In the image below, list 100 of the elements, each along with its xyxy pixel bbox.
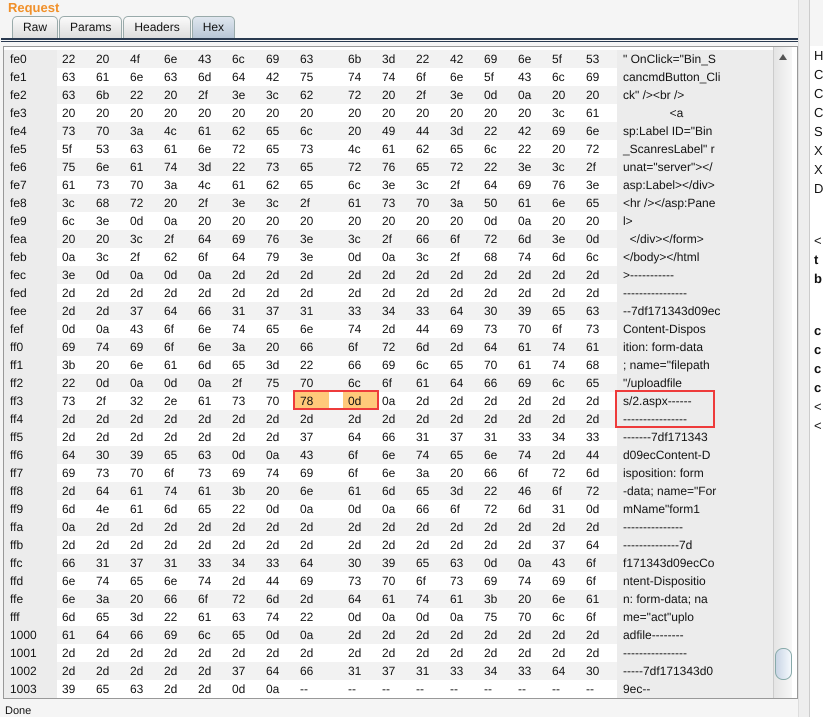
hex-cell[interactable]: 0d xyxy=(227,446,261,464)
hex-cell[interactable]: 61 xyxy=(581,104,615,122)
hex-cell[interactable]: 61 xyxy=(57,626,91,644)
hex-cell[interactable]: 2d xyxy=(227,266,261,284)
hex-cell[interactable]: 2d xyxy=(513,518,547,536)
hex-cell[interactable]: 61 xyxy=(125,482,159,500)
hex-cell[interactable]: 6f xyxy=(411,572,445,590)
hex-cell[interactable]: 30 xyxy=(581,662,615,680)
hex-cell[interactable]: 6c xyxy=(547,68,581,86)
hex-cell[interactable]: 2d xyxy=(377,410,411,428)
hex-cell[interactable]: 2d xyxy=(125,428,159,446)
hex-cell[interactable]: 22 xyxy=(125,86,159,104)
hex-cell[interactable]: 2d xyxy=(193,680,227,698)
hex-cell[interactable]: 33 xyxy=(445,662,479,680)
hex-cell[interactable]: 2d xyxy=(91,284,125,302)
hex-cell[interactable]: 69 xyxy=(479,572,513,590)
hex-cell[interactable]: 0a xyxy=(91,320,125,338)
hex-cell[interactable]: 64 xyxy=(57,446,91,464)
hex-cell[interactable]: 74 xyxy=(513,446,547,464)
hex-cell[interactable]: 61 xyxy=(193,608,227,626)
hex-cell[interactable]: 4c xyxy=(343,140,377,158)
hex-cell[interactable]: 34 xyxy=(547,428,581,446)
scroll-up-icon[interactable] xyxy=(778,53,788,61)
hex-cell[interactable]: 79 xyxy=(261,248,295,266)
hex-cell[interactable]: 3e xyxy=(295,230,329,248)
hex-cell[interactable]: 2d xyxy=(343,626,377,644)
hex-cell[interactable]: 76 xyxy=(261,230,295,248)
hex-cell[interactable]: 63 xyxy=(193,446,227,464)
hex-cell[interactable]: 74 xyxy=(411,590,445,608)
hex-cell[interactable]: 73 xyxy=(581,320,615,338)
hex-cell[interactable]: 6c xyxy=(411,356,445,374)
hex-cell[interactable]: 2d xyxy=(377,266,411,284)
hex-cell[interactable]: 2d xyxy=(479,626,513,644)
hex-cell[interactable]: 6f xyxy=(159,464,193,482)
hex-cell[interactable]: 22 xyxy=(159,608,193,626)
hex-cell[interactable]: 0d xyxy=(91,374,125,392)
hex-cell[interactable]: 2f xyxy=(125,248,159,266)
hex-cell[interactable]: 31 xyxy=(227,302,261,320)
hex-cell[interactable]: 4c xyxy=(193,176,227,194)
hex-cell[interactable]: 69 xyxy=(227,464,261,482)
hex-cell[interactable]: 69 xyxy=(547,122,581,140)
hex-cell[interactable]: 62 xyxy=(411,140,445,158)
hex-cell[interactable]: 63 xyxy=(581,302,615,320)
hex-cell[interactable]: 70 xyxy=(261,392,295,410)
hex-cell[interactable]: 61 xyxy=(193,122,227,140)
hex-cell[interactable]: 2e xyxy=(159,392,193,410)
hex-cell[interactable]: 65 xyxy=(295,176,329,194)
hex-cell[interactable]: 2d xyxy=(343,266,377,284)
hex-cell[interactable]: 6e xyxy=(193,140,227,158)
hex-cell[interactable]: 2d xyxy=(343,536,377,554)
hex-cell[interactable]: 6f xyxy=(547,482,581,500)
hex-cell[interactable]: 2d xyxy=(547,392,581,410)
hex-cell[interactable]: 65 xyxy=(581,194,615,212)
hex-cell[interactable]: 6e xyxy=(193,320,227,338)
hex-cell[interactable]: 2d xyxy=(581,626,615,644)
hex-cell[interactable]: 44 xyxy=(261,572,295,590)
hex-cell[interactable]: 20 xyxy=(547,140,581,158)
hex-cell[interactable]: 69 xyxy=(581,68,615,86)
hex-cell[interactable]: 74 xyxy=(343,320,377,338)
hex-cell[interactable]: 37 xyxy=(227,662,261,680)
hex-cell[interactable]: 70 xyxy=(411,194,445,212)
hex-cell[interactable]: 72 xyxy=(445,158,479,176)
hex-cell[interactable]: 3e xyxy=(227,86,261,104)
hex-cell[interactable]: 0a xyxy=(295,500,329,518)
hex-cell[interactable]: 20 xyxy=(193,104,227,122)
hex-cell[interactable]: 6f xyxy=(581,572,615,590)
hex-cell[interactable]: 2d xyxy=(125,662,159,680)
hex-cell[interactable]: 43 xyxy=(193,50,227,68)
hex-cell[interactable]: 6e xyxy=(57,590,91,608)
hex-cell[interactable]: 70 xyxy=(513,320,547,338)
hex-cell[interactable]: 2f xyxy=(445,176,479,194)
hex-cell[interactable]: 65 xyxy=(411,554,445,572)
hex-cell[interactable]: 20 xyxy=(91,230,125,248)
hex-cell[interactable]: 74 xyxy=(377,68,411,86)
hex-cell[interactable]: 50 xyxy=(479,194,513,212)
hex-cell[interactable]: 31 xyxy=(159,554,193,572)
hex-cell[interactable]: 61 xyxy=(581,590,615,608)
hex-cell[interactable]: 0a xyxy=(193,374,227,392)
hex-cell[interactable]: 2d xyxy=(57,302,91,320)
hex-cell[interactable]: 37 xyxy=(377,662,411,680)
hex-cell[interactable]: 64 xyxy=(445,302,479,320)
hex-cell[interactable]: 2d xyxy=(227,572,261,590)
hex-cell[interactable]: 70 xyxy=(479,356,513,374)
hex-cell[interactable]: 65 xyxy=(445,140,479,158)
hex-cell[interactable]: 3c xyxy=(91,248,125,266)
hex-cell[interactable]: 33 xyxy=(193,554,227,572)
hex-cell[interactable]: 0a xyxy=(513,86,547,104)
hex-cell[interactable]: 31 xyxy=(479,428,513,446)
hex-cell[interactable]: 61 xyxy=(445,590,479,608)
hex-cell[interactable]: 3e xyxy=(91,212,125,230)
hex-cell[interactable]: 66 xyxy=(295,338,329,356)
hex-cell[interactable]: 69 xyxy=(445,320,479,338)
hex-cell[interactable]: 2d xyxy=(479,392,513,410)
hex-cell[interactable]: 74 xyxy=(91,572,125,590)
hex-cell[interactable]: 2d xyxy=(125,518,159,536)
hex-cell[interactable]: 73 xyxy=(479,320,513,338)
hex-cell[interactable]: 2f xyxy=(377,230,411,248)
hex-cell[interactable]: 6d xyxy=(377,482,411,500)
hex-cell[interactable]: 2d xyxy=(445,266,479,284)
hex-cell[interactable]: 75 xyxy=(57,158,91,176)
